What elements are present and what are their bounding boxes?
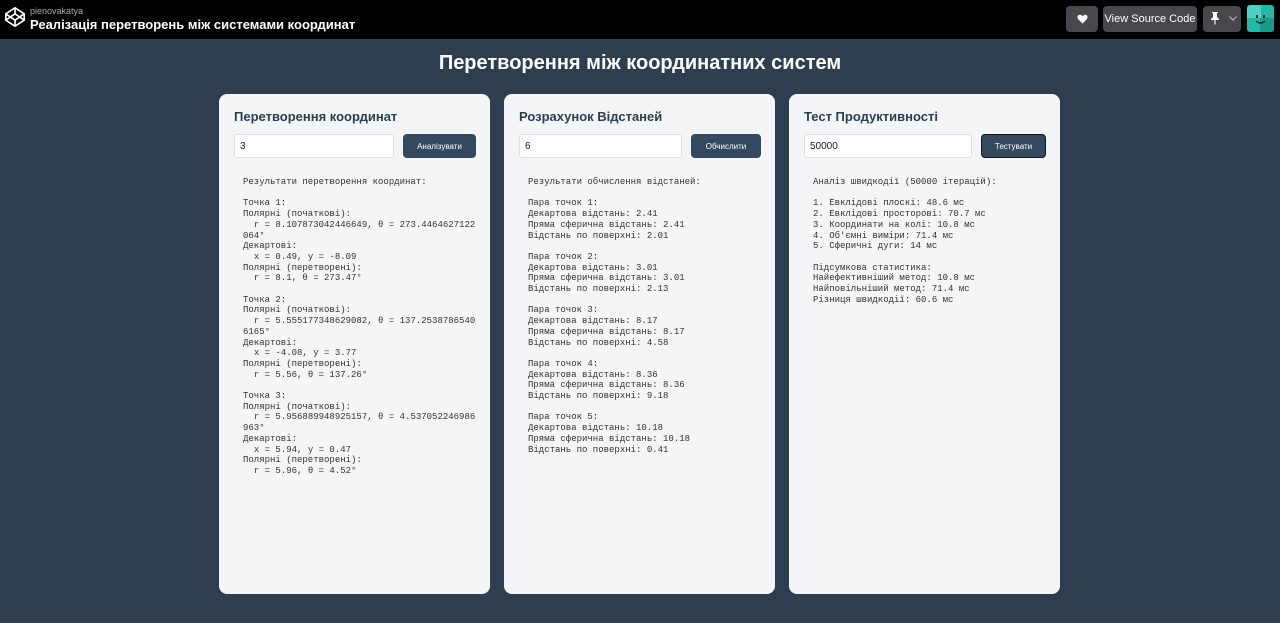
test-button[interactable]: Тестувати xyxy=(981,134,1046,158)
pin-icon xyxy=(1211,12,1219,25)
codepen-logo-icon[interactable] xyxy=(4,6,26,28)
top-bar: pienovakatya Реалізація перетворень між … xyxy=(0,0,1280,39)
like-button[interactable] xyxy=(1066,6,1098,32)
coordinate-conversion-card: Перетворення координат Аналізувати Резул… xyxy=(219,94,490,594)
performance-results: Аналіз швидкодії (50000 ітерацій): 1. Ев… xyxy=(813,177,997,305)
pairs-count-input[interactable] xyxy=(519,134,682,158)
user-avatar-icon[interactable] xyxy=(1247,5,1274,32)
points-count-input[interactable] xyxy=(234,134,394,158)
page-title: Перетворення між координатних систем xyxy=(438,52,842,74)
iterations-input[interactable] xyxy=(804,134,972,158)
view-source-button[interactable]: View Source Code xyxy=(1103,6,1197,32)
analyze-button[interactable]: Аналізувати xyxy=(403,134,476,158)
distance-calculation-card: Розрахунок Відстаней Обчислити Результат… xyxy=(504,94,775,594)
pin-menu-button[interactable] xyxy=(1203,6,1241,32)
calculate-button[interactable]: Обчислити xyxy=(691,134,761,158)
heart-icon xyxy=(1076,14,1088,24)
card-title: Тест Продуктивності xyxy=(804,109,938,124)
distance-results: Результати обчислення відстаней: Пара то… xyxy=(528,177,701,455)
chevron-down-icon xyxy=(1229,16,1237,21)
card-title: Перетворення координат xyxy=(234,109,398,124)
conversion-results: Результати перетворення координат: Точка… xyxy=(243,177,476,476)
card-title: Розрахунок Відстаней xyxy=(519,109,663,124)
pen-title: Реалізація перетворень між системами коо… xyxy=(30,17,356,32)
performance-test-card: Тест Продуктивності Тестувати Аналіз шви… xyxy=(789,94,1060,594)
pen-author[interactable]: pienovakatya xyxy=(30,6,83,16)
